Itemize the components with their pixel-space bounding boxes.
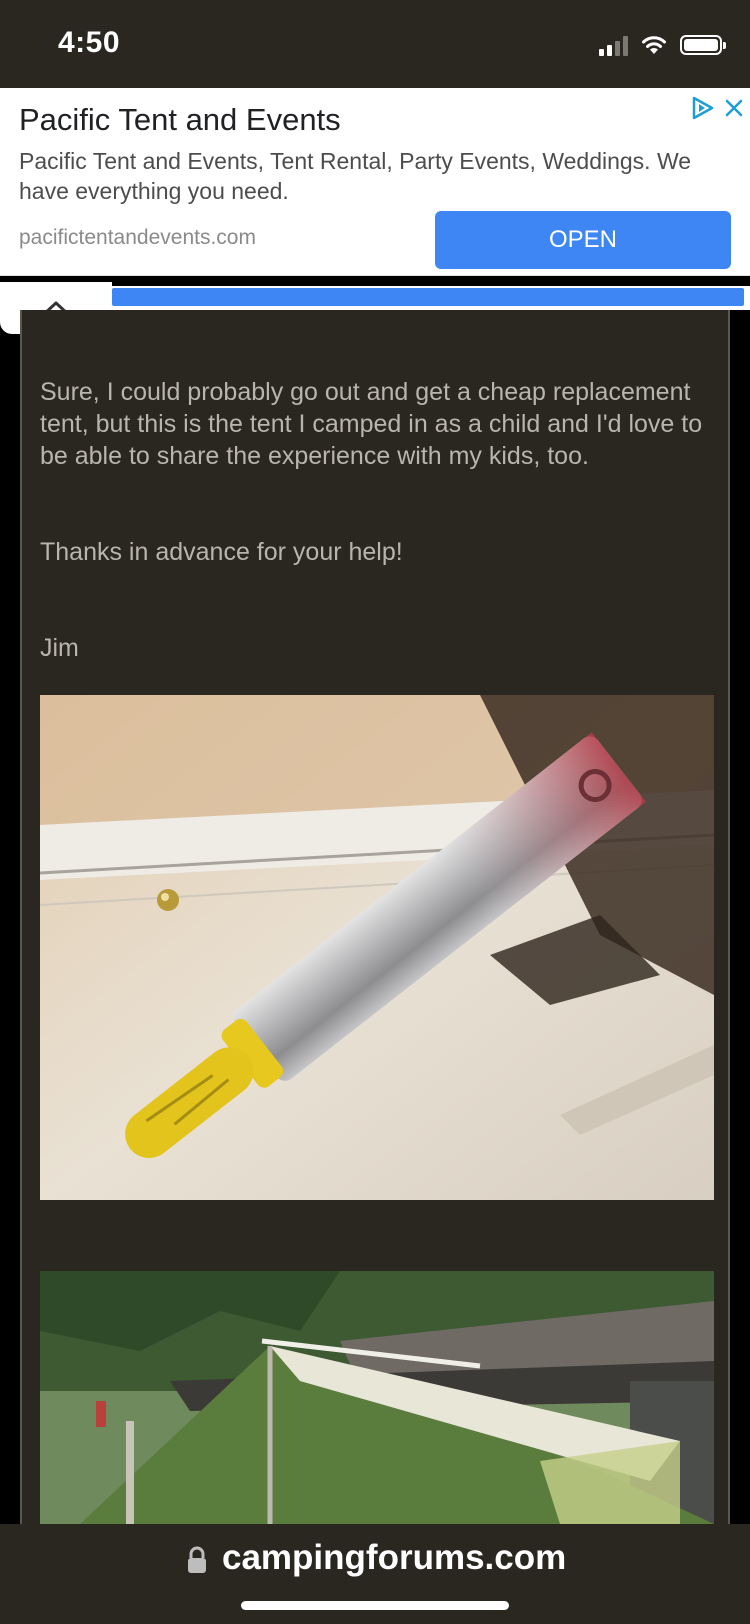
address-domain[interactable]: campingforums.com bbox=[222, 1538, 566, 1578]
home-indicator[interactable] bbox=[241, 1601, 509, 1610]
forum-post: Sure, I could probably go out and get a … bbox=[20, 310, 730, 1524]
cellular-signal-icon bbox=[599, 34, 628, 56]
status-time: 4:50 bbox=[58, 26, 121, 59]
ad-banner[interactable]: Pacific Tent and Events Pacific Tent and… bbox=[0, 88, 750, 276]
post-paragraph: Sure, I could probably go out and get a … bbox=[40, 378, 703, 470]
post-paragraph: Thanks in advance for your help! bbox=[40, 538, 403, 566]
post-signature: Jim bbox=[40, 634, 79, 662]
status-bar: 4:50 bbox=[0, 0, 750, 88]
status-icons bbox=[599, 32, 726, 58]
ad-close-icon[interactable] bbox=[724, 98, 744, 118]
reading-progress-fill bbox=[112, 288, 744, 306]
ad-open-button[interactable]: OPEN bbox=[435, 211, 731, 269]
ad-description: Pacific Tent and Events, Tent Rental, Pa… bbox=[19, 148, 692, 204]
ad-choices-icon[interactable] bbox=[690, 96, 716, 120]
tent-pole-photo[interactable] bbox=[40, 695, 714, 1200]
reading-progress-bar bbox=[112, 286, 750, 310]
ad-title[interactable]: Pacific Tent and Events bbox=[19, 102, 341, 138]
tent-photo[interactable] bbox=[40, 1271, 714, 1524]
wifi-icon bbox=[642, 36, 666, 54]
lock-icon bbox=[188, 1546, 206, 1573]
battery-icon bbox=[680, 35, 726, 55]
ad-url[interactable]: pacifictentandevents.com bbox=[19, 226, 256, 250]
